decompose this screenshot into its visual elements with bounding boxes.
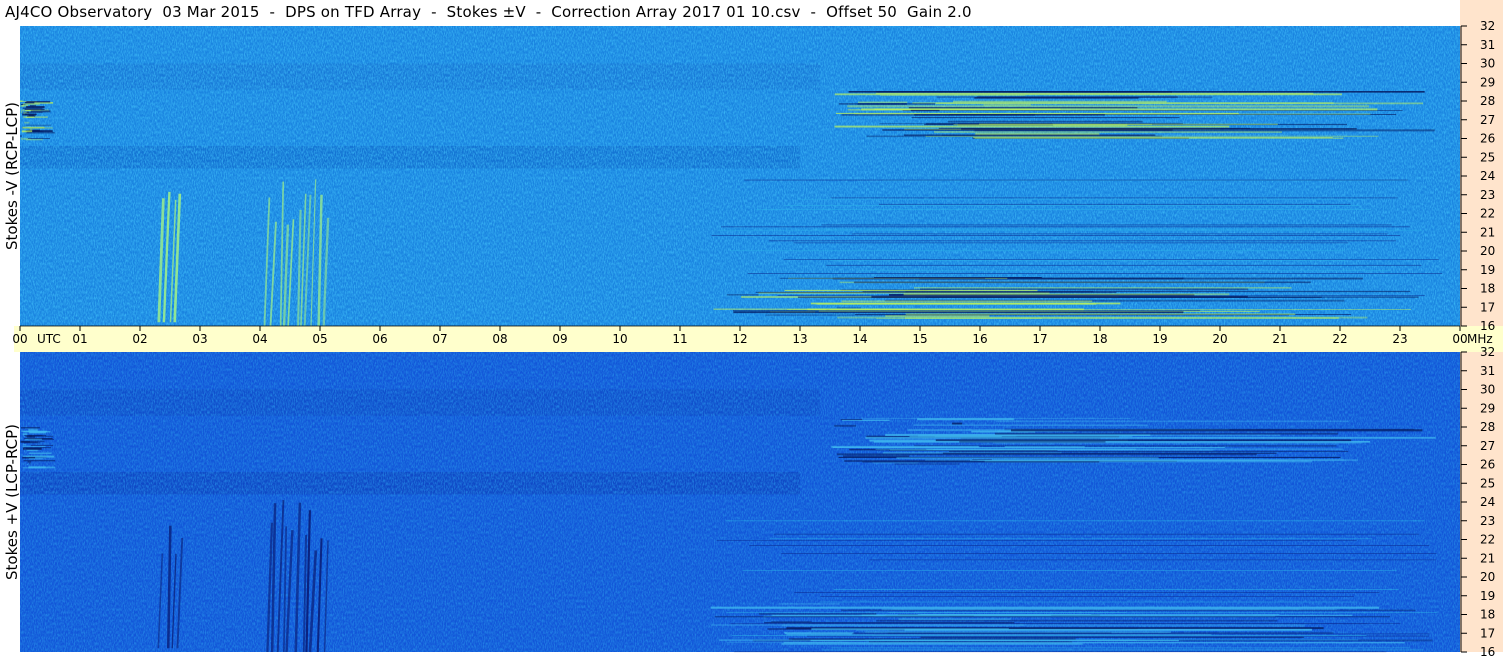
time-tick-label: 20 [1212,332,1227,346]
time-tick-label: 08 [492,332,507,346]
time-tick-label: 16 [972,332,987,346]
frequency-tick-label: 30 [1480,383,1495,397]
frequency-tick-label: 24 [1480,169,1495,183]
frequency-tick-label: 25 [1480,476,1495,490]
frequency-tick-label: 28 [1480,94,1495,108]
frequency-tick-label: 21 [1480,225,1495,239]
frequency-axis-unit: MHz [1467,332,1493,346]
frequency-tick-label: 26 [1480,458,1495,472]
frequency-tick-label: 21 [1480,551,1495,565]
frequency-tick-label: 20 [1480,244,1495,258]
frequency-tick-label: 19 [1480,589,1495,603]
time-tick-label: 01 [72,332,87,346]
frequency-tick-label: 25 [1480,150,1495,164]
frequency-tick-label: 28 [1480,420,1495,434]
frequency-tick-label: 29 [1480,401,1495,415]
frequency-tick-label: 17 [1480,300,1495,314]
frequency-tick-label: 20 [1480,570,1495,584]
frequency-tick-label: 32 [1480,345,1495,359]
time-tick-label: 22 [1332,332,1347,346]
spectrogram-figure: 00 01 02 03 04 05 06 07 08 09 10 11 12 13 14 15 16 17 18 19… [12,0,1503,659]
frequency-tick-label: 27 [1480,439,1495,453]
time-tick-label: 07 [432,332,447,346]
frequency-tick-label: 22 [1480,207,1495,221]
time-tick-label: 13 [792,332,807,346]
time-tick-label: 03 [192,332,207,346]
frequency-tick-label: 16 [1480,319,1495,333]
bottom-frequency-axis: 16 17 18 19 20 21 22 23 24 25 26 27 28 29 30 31 32 [1460,345,1503,659]
time-tick-label: 14 [852,332,867,346]
top-spectrogram-panel [20,26,1460,327]
time-tick-label: 17 [1032,332,1047,346]
frequency-tick-label: 24 [1480,495,1495,509]
time-axis: 00 01 02 03 04 05 06 07 08 09 10 11 12 13 14 15 16 17 18 19… [12,325,1503,352]
frequency-tick-label: 16 [1480,645,1495,659]
frequency-tick-label: 22 [1480,533,1495,547]
time-axis-unit: UTC [37,332,61,346]
frequency-tick-label: 23 [1480,188,1495,202]
time-tick-label: 12 [732,332,747,346]
time-tick-label: 06 [372,332,387,346]
frequency-tick-label: 18 [1480,608,1495,622]
frequency-tick-label: 26 [1480,132,1495,146]
time-tick-label: 10 [612,332,627,346]
time-tick-label: 09 [552,332,567,346]
frequency-tick-label: 30 [1480,57,1495,71]
frequency-tick-label: 29 [1480,75,1495,89]
top-frequency-axis: 16 17 18 19 20 21 22 23 24 25 26 27 28 29 30 31 32 [1460,0,1503,333]
frequency-tick-label: 31 [1480,364,1495,378]
time-tick-label: 11 [672,332,687,346]
frequency-tick-label: 18 [1480,282,1495,296]
time-tick-label: 23 [1392,332,1407,346]
noise-texture [20,26,1460,326]
frequency-tick-label: 32 [1480,19,1495,33]
time-tick-label: 00 [1452,332,1467,346]
frequency-tick-label: 17 [1480,626,1495,640]
frequency-tick-label: 19 [1480,263,1495,277]
time-tick-label: 00 [12,332,27,346]
frequency-tick-label: 27 [1480,113,1495,127]
time-tick-label: 19 [1152,332,1167,346]
frequency-tick-label: 31 [1480,38,1495,52]
time-tick-label: 15 [912,332,927,346]
frequency-tick-label: 23 [1480,514,1495,528]
time-tick-label: 04 [252,332,267,346]
time-tick-label: 02 [132,332,147,346]
time-tick-label: 18 [1092,332,1107,346]
bottom-spectrogram-panel [20,352,1460,653]
time-tick-label: 05 [312,332,327,346]
time-tick-label: 21 [1272,332,1287,346]
